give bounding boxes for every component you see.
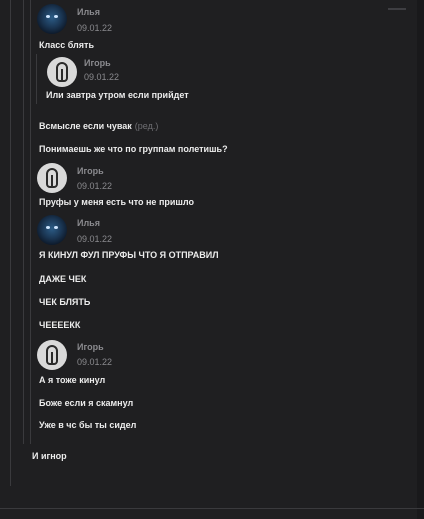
avatar[interactable]	[37, 340, 67, 370]
message-author[interactable]: Илья	[77, 7, 100, 17]
avatar[interactable]	[47, 57, 77, 87]
thread-rail	[30, 0, 31, 444]
message-author[interactable]: Илья	[77, 218, 100, 228]
message-text: Уже в чс бы ты сидел	[39, 420, 137, 430]
quote-rail	[36, 54, 37, 104]
message-text: Я КИНУЛ ФУЛ ПРУФЫ ЧТО Я ОТПРАВИЛ	[39, 250, 219, 260]
message-date: 09.01.22	[77, 181, 113, 191]
message-text: ДАЖЕ ЧЕК	[39, 274, 87, 284]
thread-rail	[23, 0, 24, 444]
edited-label: (ред.)	[134, 121, 159, 131]
collapse-handle[interactable]	[388, 8, 406, 10]
message-text: Пруфы у меня есть что не пришло	[39, 197, 195, 207]
message-text: Боже если я скамнул	[39, 398, 134, 408]
scrollbar-track[interactable]	[417, 0, 424, 519]
message-text: И игнор	[32, 451, 67, 461]
message-text: Класс блять	[39, 40, 94, 50]
divider	[0, 508, 424, 509]
message-text: А я тоже кинул	[39, 375, 106, 385]
message-text: ЧЕК БЛЯТЬ	[39, 297, 91, 307]
message-text: Всмысле если чувак (ред.)	[39, 121, 159, 131]
avatar[interactable]	[37, 4, 67, 34]
message-text: Понимаешь же что по группам полетишь?	[39, 144, 228, 154]
message-date: 09.01.22	[77, 357, 113, 367]
thread-rail	[10, 0, 11, 486]
message-date: 09.01.22	[77, 23, 113, 33]
message-author[interactable]: Игорь	[77, 166, 104, 176]
message-text: ЧЕЕЕЕКК	[39, 320, 81, 330]
chat-thread: Илья 09.01.22 Класс блять Игорь 09.01.22…	[0, 0, 424, 519]
avatar[interactable]	[37, 215, 67, 245]
message-text: Или завтра утром если прийдет	[46, 90, 189, 100]
avatar[interactable]	[37, 163, 67, 193]
message-author[interactable]: Игорь	[77, 342, 104, 352]
message-author[interactable]: Игорь	[84, 58, 111, 68]
message-date: 09.01.22	[77, 234, 113, 244]
message-date: 09.01.22	[84, 72, 120, 82]
